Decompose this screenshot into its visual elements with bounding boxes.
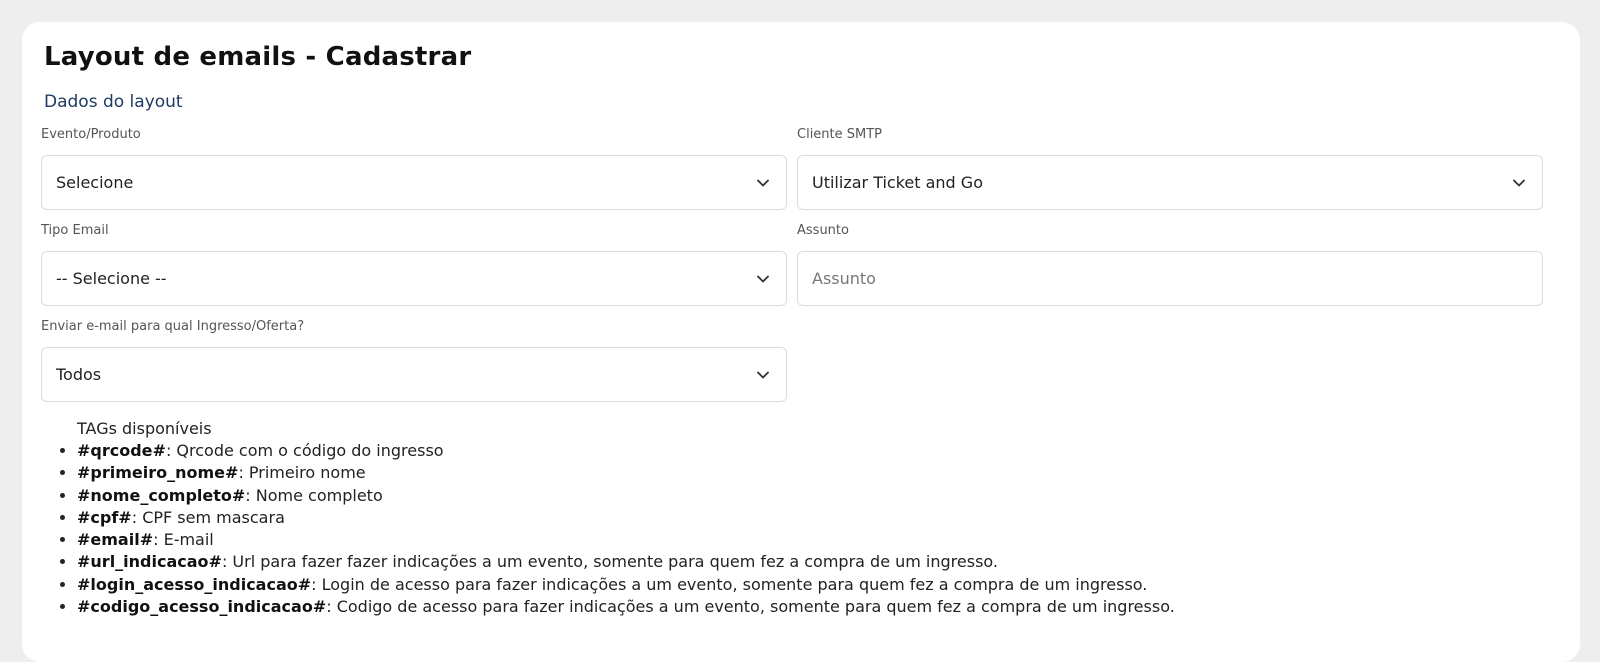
tipo-email-label: Tipo Email [41, 223, 109, 238]
assunto-input-wrapper[interactable] [797, 251, 1543, 306]
tag-code: #email# [77, 530, 154, 550]
tipo-email-field: Tipo Email -- Selecione -- [41, 223, 787, 306]
tag-code: #login_acesso_indicacao# [77, 574, 312, 594]
tag-description: : E-mail [153, 530, 214, 550]
tag-code: #cpf# [77, 507, 132, 527]
tag-description: : Qrcode com o código do ingresso [165, 441, 444, 460]
page-title: Layout de emails - Cadastrar [44, 42, 472, 72]
chevron-down-icon [757, 275, 769, 282]
tag-code: #primeiro_nome# [77, 463, 239, 483]
section-title: Dados do layout [44, 92, 183, 112]
tag-code: #url_indicacao# [77, 552, 222, 572]
form-card: Layout de emails - Cadastrar Dados do la… [22, 22, 1580, 662]
tag-description: : Login de acesso para fazer indicações … [311, 574, 1148, 594]
cliente-smtp-select[interactable]: Utilizar Ticket and Go [797, 155, 1543, 210]
enviar-para-field: Enviar e-mail para qual Ingresso/Oferta?… [41, 319, 787, 402]
evento-produto-value: Selecione [56, 173, 134, 192]
enviar-para-select[interactable]: Todos [41, 347, 787, 402]
tipo-email-value: -- Selecione -- [56, 269, 167, 288]
chevron-down-icon [757, 179, 769, 186]
list-item: #primeiro_nome#: Primeiro nome [77, 462, 1542, 484]
tag-description: : Url para fazer fazer indicações a um e… [221, 552, 999, 572]
list-item: #cpf#: CPF sem mascara [77, 507, 1542, 529]
cliente-smtp-label: Cliente SMTP [797, 127, 883, 142]
tags-help: TAGs disponíveis #qrcode#: Qrcode com o … [22, 418, 1542, 618]
tags-heading: TAGs disponíveis [77, 419, 212, 438]
assunto-field: Assunto [797, 223, 1543, 306]
list-item: #qrcode#: Qrcode com o código do ingress… [77, 440, 1542, 462]
tipo-email-select[interactable]: -- Selecione -- [41, 251, 787, 306]
evento-produto-label: Evento/Produto [41, 127, 141, 142]
tags-list: #qrcode#: Qrcode com o código do ingress… [22, 440, 1542, 618]
tag-code: #nome_completo# [77, 485, 246, 505]
tag-description: : CPF sem mascara [131, 507, 285, 527]
cliente-smtp-field: Cliente SMTP Utilizar Ticket and Go [797, 127, 1543, 210]
evento-produto-field: Evento/Produto Selecione [41, 127, 787, 210]
evento-produto-select[interactable]: Selecione [41, 155, 787, 210]
list-item: #codigo_acesso_indicacao#: Codigo de ace… [77, 596, 1542, 618]
tag-description: : Primeiro nome [238, 463, 366, 483]
tag-description: : Nome completo [245, 485, 383, 505]
enviar-para-label: Enviar e-mail para qual Ingresso/Oferta? [41, 319, 305, 334]
list-item: #nome_completo#: Nome completo [77, 485, 1542, 507]
list-item: #url_indicacao#: Url para fazer fazer in… [77, 551, 1542, 573]
tag-code: #codigo_acesso_indicacao# [77, 597, 327, 617]
list-item: #login_acesso_indicacao#: Login de acess… [77, 574, 1542, 596]
list-item: #email#: E-mail [77, 529, 1542, 551]
tag-description: : Codigo de acesso para fazer indicações… [326, 597, 1175, 617]
chevron-down-icon [1513, 179, 1525, 186]
assunto-label: Assunto [797, 223, 849, 238]
cliente-smtp-value: Utilizar Ticket and Go [812, 173, 983, 192]
chevron-down-icon [757, 371, 769, 378]
assunto-input[interactable] [812, 269, 1528, 288]
enviar-para-value: Todos [56, 365, 102, 384]
tag-code: #qrcode# [77, 441, 166, 460]
